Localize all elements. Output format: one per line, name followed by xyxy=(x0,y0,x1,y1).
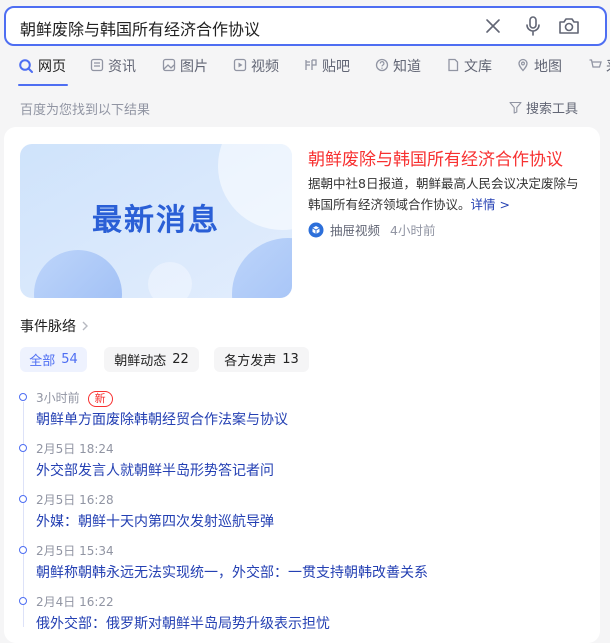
search-tabs: 网页 资讯 图片 视频 贴吧 知道 文库 地图 采 xyxy=(0,56,610,86)
tab-label: 贴吧 xyxy=(322,59,350,75)
filter-all-parties[interactable]: 各方发声 13 xyxy=(214,347,309,372)
timeline-time: 2月5日 18:24 xyxy=(36,442,114,456)
thumbnail-graphic: 最新消息 xyxy=(20,144,292,298)
tab-active-indicator xyxy=(18,84,68,86)
search-input[interactable]: 朝鲜废除与韩国所有经济合作协议 xyxy=(20,16,260,40)
tab-tieba[interactable]: 贴吧 xyxy=(304,56,350,86)
timeline-item-link[interactable]: 俄外交部：俄罗斯对朝鲜半岛局势升级表示担忧 xyxy=(36,613,330,633)
tab-label: 采 xyxy=(606,56,610,76)
chevron-right-icon xyxy=(82,321,88,331)
image-icon xyxy=(162,58,176,72)
question-icon xyxy=(375,58,389,72)
tab-label: 文库 xyxy=(464,59,492,75)
tab-label: 图片 xyxy=(180,59,208,75)
tab-label: 地图 xyxy=(534,59,562,75)
thumbnail-text: 最新消息 xyxy=(92,203,220,238)
tab-label: 网页 xyxy=(38,59,66,75)
clear-icon[interactable] xyxy=(481,14,505,38)
timeline-dot xyxy=(19,546,27,554)
search-tools-button[interactable]: 搜索工具 xyxy=(509,98,578,117)
microphone-icon[interactable] xyxy=(521,14,545,38)
tab-video[interactable]: 视频 xyxy=(233,56,279,86)
video-icon xyxy=(233,58,247,72)
filter-all[interactable]: 全部 54 xyxy=(20,347,87,372)
tab-zhidao[interactable]: 知道 xyxy=(375,56,421,86)
news-result-card: 最新消息 朝鲜废除与韩国所有经济合作协议 据朝中社8日报道，朝鲜最高人民会议决定… xyxy=(4,127,600,643)
timeline-time: 3小时前新 xyxy=(36,389,113,407)
timeline-time: 2月4日 16:22 xyxy=(36,595,114,609)
search-icon xyxy=(19,59,33,73)
tieba-icon xyxy=(305,59,317,70)
timeline-line xyxy=(22,402,24,627)
timeline-item-link[interactable]: 朝鲜称朝韩永远无法实现统一，外交部：一贯支持朝韩改善关系 xyxy=(36,562,428,582)
timeline-item-link[interactable]: 朝鲜单方面废除韩朝经贸合作法案与协议 xyxy=(36,409,288,429)
tab-wenku[interactable]: 文库 xyxy=(446,56,492,86)
timeline-time-text: 3小时前 xyxy=(36,391,80,405)
filter-count: 54 xyxy=(61,352,78,367)
timeline-dot xyxy=(19,597,27,605)
search-box[interactable]: 朝鲜废除与韩国所有经济合作协议 xyxy=(4,6,607,46)
cart-icon xyxy=(589,59,602,68)
filter-label: 朝鲜动态 xyxy=(114,354,167,369)
timeline-dot xyxy=(19,393,27,401)
tab-more[interactable]: 采 xyxy=(588,56,610,86)
tab-news[interactable]: 资讯 xyxy=(90,56,136,86)
tab-label: 知道 xyxy=(393,59,421,75)
news-description: 据朝中社8日报道，朝鲜最高人民会议决定废除与韩国所有经济领域合作协议。详情 > xyxy=(308,173,586,215)
news-icon xyxy=(90,58,104,72)
tab-label: 视频 xyxy=(251,59,279,75)
filter-north-korea[interactable]: 朝鲜动态 22 xyxy=(104,347,199,372)
news-source: 抽屉视频 4小时前 xyxy=(308,220,435,239)
filter-label: 各方发声 xyxy=(224,354,277,369)
news-thumbnail[interactable]: 最新消息 xyxy=(20,144,292,298)
result-count: 百度为您找到以下结果 xyxy=(20,103,151,118)
timeline-dot xyxy=(19,444,27,452)
details-link[interactable]: 详情 > xyxy=(471,197,510,212)
filter-icon xyxy=(509,101,522,114)
event-timeline-heading[interactable]: 事件脉络 xyxy=(20,316,90,336)
filter-label: 全部 xyxy=(29,354,56,369)
document-icon xyxy=(448,58,459,72)
tab-images[interactable]: 图片 xyxy=(162,56,208,86)
source-name[interactable]: 抽屉视频 xyxy=(330,220,380,239)
filter-count: 22 xyxy=(172,352,189,367)
filter-count: 13 xyxy=(282,352,299,367)
event-heading-text: 事件脉络 xyxy=(20,319,76,335)
tab-label: 资讯 xyxy=(108,59,136,75)
timeline-time: 2月5日 16:28 xyxy=(36,493,114,507)
news-title-link[interactable]: 朝鲜废除与韩国所有经济合作协议 xyxy=(308,145,563,170)
timeline-item-link[interactable]: 外媒：朝鲜十天内第四次发射巡航导弹 xyxy=(36,511,274,531)
tab-web[interactable]: 网页 xyxy=(18,56,66,86)
source-time: 4小时前 xyxy=(390,223,436,238)
camera-icon[interactable] xyxy=(557,14,581,38)
new-badge: 新 xyxy=(87,391,113,407)
timeline-time: 2月5日 15:34 xyxy=(36,544,114,558)
timeline-item-link[interactable]: 外交部发言人就朝鲜半岛形势答记者问 xyxy=(36,460,274,480)
source-logo-icon xyxy=(308,222,324,237)
tab-map[interactable]: 地图 xyxy=(516,56,562,86)
news-description-text: 据朝中社8日报道，朝鲜最高人民会议决定废除与韩国所有经济领域合作协议。 xyxy=(308,176,579,212)
timeline-dot xyxy=(19,495,27,503)
search-tools-label: 搜索工具 xyxy=(526,102,579,117)
map-icon xyxy=(518,58,528,72)
